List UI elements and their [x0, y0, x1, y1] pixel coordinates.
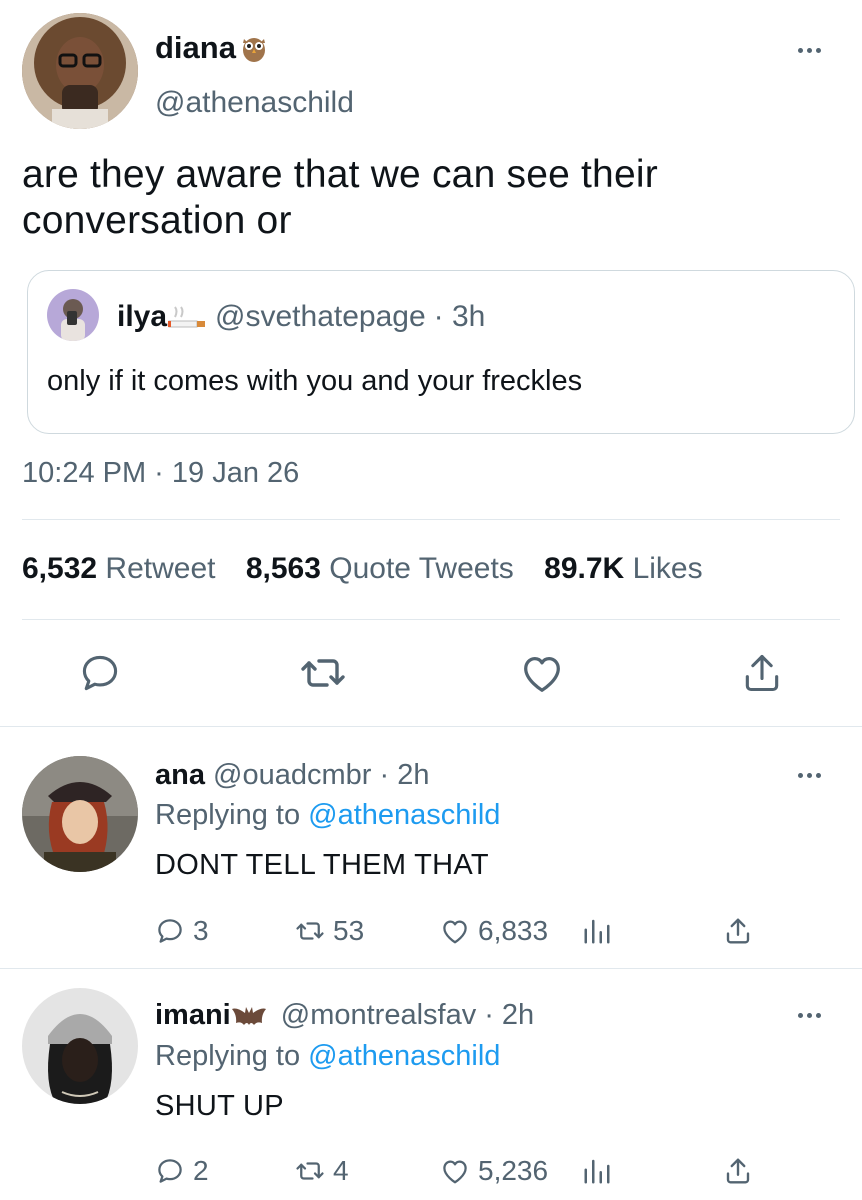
share-icon[interactable] [723, 915, 753, 952]
reply2-actions: 2 4 5,236 [155, 1155, 755, 1189]
reply1-replying-to: Replying to @athenaschild [155, 799, 500, 832]
reply1-actions: 3 53 6,833 [155, 915, 755, 949]
bat-emoji-icon [231, 1001, 267, 1031]
main-tweet-text-line1: are they aware that we can see their [22, 153, 658, 196]
quoted-tweet-card[interactable] [27, 270, 855, 434]
main-handle[interactable]: @athenaschild [155, 86, 354, 120]
avatar-diana[interactable] [22, 13, 138, 129]
quoted-tweet-header: ilya @svethatepage · 3h [117, 300, 485, 334]
divider [0, 726, 862, 727]
quoted-display-name[interactable]: ilya [117, 300, 167, 334]
more-icon[interactable] [798, 48, 821, 53]
reply1-time[interactable]: · 2h [380, 759, 430, 791]
reply1-text: DONT TELL THEM THAT [155, 849, 489, 881]
main-display-name-text: diana [155, 30, 236, 65]
likes-label: Likes [632, 552, 703, 585]
like-icon [443, 1160, 467, 1184]
reply2-handle[interactable]: @montrealsfav [281, 999, 476, 1032]
quoted-tweet-text: only if it comes with you and your freck… [47, 365, 583, 397]
reply2-replying-handle[interactable]: @athenaschild [308, 1040, 500, 1072]
avatar-ilya[interactable] [47, 289, 99, 341]
analytics-icon[interactable] [582, 915, 612, 952]
divider [22, 519, 840, 520]
quotes-stat[interactable]: 8,563 Quote Tweets [246, 552, 522, 585]
retweet-icon [296, 922, 324, 940]
reply2-replying-to: Replying to @athenaschild [155, 1040, 500, 1073]
main-display-name[interactable]: diana [155, 30, 268, 66]
cigarette-emoji-icon [167, 303, 207, 331]
quotes-count: 8,563 [245, 552, 321, 585]
reply-icon [158, 919, 182, 943]
reply2-retweet-count: 4 [333, 1155, 349, 1186]
main-tweet-text: are they aware that we can see their con… [22, 152, 658, 244]
reply1-replying-prefix: Replying to [155, 799, 301, 831]
reply1-header: ana @ouadcmbr · 2h [155, 759, 430, 792]
reply2-retweet-action[interactable]: 4 [295, 1155, 349, 1187]
reply2-like-action[interactable]: 5,236 [440, 1155, 548, 1187]
reply1-replying-handle[interactable]: @athenaschild [308, 799, 500, 831]
avatar-ana[interactable] [22, 756, 138, 872]
engagement-stats: 6,532 Retweet 8,563 Quote Tweets 89.7K L… [22, 552, 703, 586]
retweet-icon[interactable] [299, 651, 347, 695]
owl-emoji-icon [240, 33, 268, 63]
reply2-text: SHUT UP [155, 1090, 284, 1122]
quotes-label: Quote Tweets [329, 552, 514, 585]
like-icon [443, 920, 467, 944]
like-icon[interactable] [519, 651, 565, 695]
reply1-like-action[interactable]: 6,833 [440, 915, 548, 947]
share-icon[interactable] [723, 1155, 753, 1192]
likes-stat[interactable]: 89.7K Likes [544, 552, 702, 585]
share-icon[interactable] [740, 650, 784, 696]
reply1-handle[interactable]: @ouadcmbr [213, 759, 371, 791]
avatar-imani[interactable] [22, 988, 138, 1104]
main-timestamp[interactable]: 10:24 PM · 19 Jan 26 [22, 457, 299, 490]
main-tweet-text-line2: conversation or [22, 199, 292, 242]
quoted-time[interactable]: · 3h [434, 300, 486, 334]
retweet-icon [296, 1162, 324, 1180]
reply-icon [158, 1159, 182, 1183]
reply2-like-count: 5,236 [478, 1155, 549, 1186]
reply1-retweet-action[interactable]: 53 [295, 915, 364, 947]
more-icon[interactable] [798, 773, 821, 778]
reply2-reply-count: 2 [193, 1155, 209, 1186]
reply1-display-name[interactable]: ana [155, 759, 205, 791]
reply-icon[interactable] [78, 651, 122, 695]
retweets-label: Retweet [105, 552, 216, 585]
reply2-display-name[interactable]: imani [155, 999, 231, 1032]
analytics-icon[interactable] [582, 1155, 612, 1192]
retweets-stat[interactable]: 6,532 Retweet [22, 552, 224, 585]
more-icon[interactable] [798, 1013, 821, 1018]
reply1-reply-count: 3 [193, 915, 209, 946]
quoted-handle[interactable]: @svethatepage [215, 300, 426, 334]
reply1-like-count: 6,833 [478, 915, 549, 946]
reply2-reply-action[interactable]: 2 [155, 1155, 209, 1187]
reply2-replying-prefix: Replying to [155, 1040, 301, 1072]
reply1-retweet-count: 53 [333, 915, 365, 946]
reply2-header: imani @montrealsfav · 2h [155, 999, 534, 1032]
likes-count: 89.7K [544, 552, 625, 585]
reply1-reply-action[interactable]: 3 [155, 915, 209, 947]
divider [22, 619, 840, 620]
divider [0, 968, 862, 969]
reply2-time[interactable]: · 2h [484, 999, 534, 1032]
retweets-count: 6,532 [22, 552, 98, 585]
